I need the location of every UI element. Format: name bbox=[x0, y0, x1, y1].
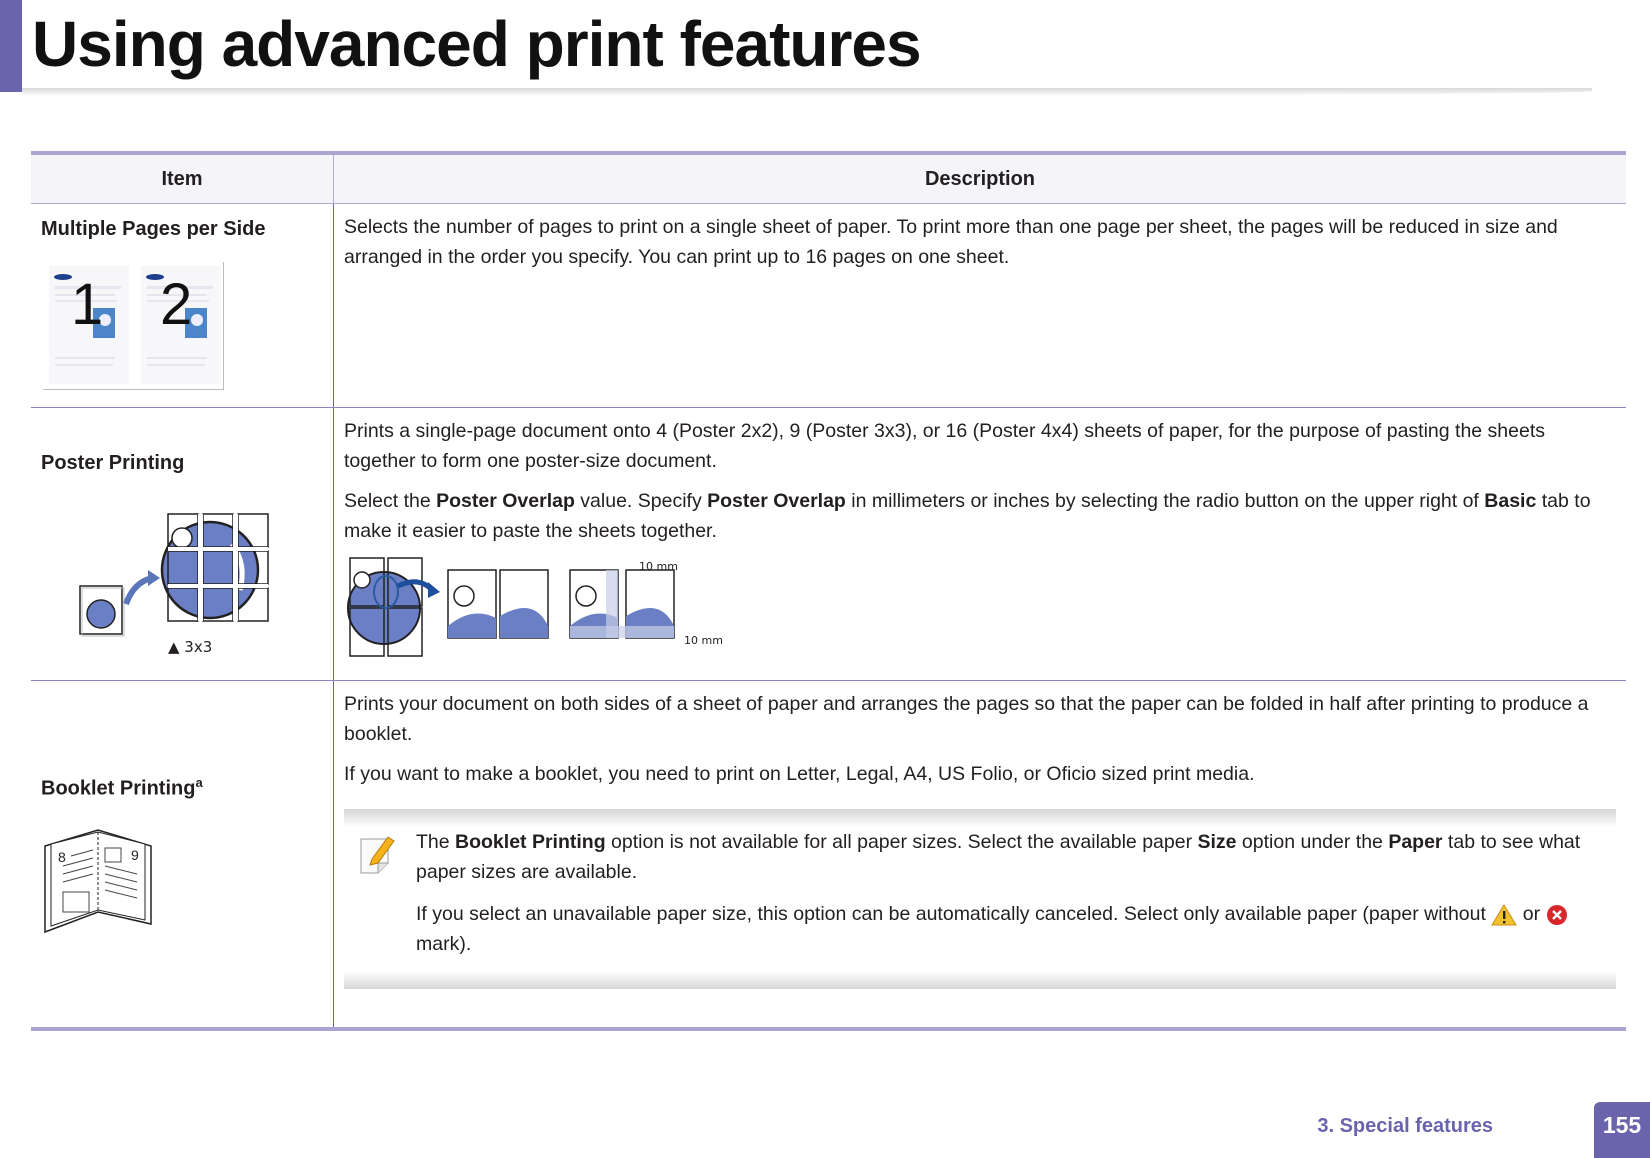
description-cell: Prints a single-page document onto 4 (Po… bbox=[333, 407, 1626, 681]
booklet-page-left: 8 bbox=[58, 848, 66, 865]
chapter-tab-marker bbox=[0, 0, 22, 92]
column-header-description: Description bbox=[333, 151, 1626, 204]
item-name: Multiple Pages per Side bbox=[41, 218, 266, 240]
grid-caption: ▲ 3x3 bbox=[168, 638, 213, 656]
overlap-label-side: 10 mm bbox=[684, 634, 723, 647]
poster-overlap-illustration: 10 mm 10 mm bbox=[344, 556, 1616, 660]
table-header-row: Item Description bbox=[31, 151, 1626, 204]
description-text: Prints your document on both sides of a … bbox=[344, 693, 1589, 745]
page-title: Using advanced print features bbox=[32, 8, 922, 80]
item-name: Booklet Printinga bbox=[41, 775, 203, 800]
error-x-icon bbox=[1546, 904, 1568, 926]
description-cell: Selects the number of pages to print on … bbox=[333, 203, 1626, 408]
item-cell: Poster Printing ▲ 3x3 bbox=[31, 407, 334, 681]
note-bottom-bar bbox=[344, 971, 1616, 989]
item-cell: Booklet Printinga 8 9 bbox=[31, 680, 334, 1031]
description-cell: Prints your document on both sides of a … bbox=[333, 680, 1626, 1031]
poster-printing-illustration: ▲ 3x3 bbox=[32, 484, 332, 656]
footnote-marker: a bbox=[195, 775, 203, 790]
booklet-illustration: 8 9 bbox=[43, 826, 153, 936]
note-top-bar bbox=[344, 809, 1616, 827]
item-cell: Multiple Pages per Side 1 2 bbox=[31, 203, 334, 408]
description-text: Selects the number of pages to print on … bbox=[344, 216, 1558, 268]
chapter-label: 3. Special features bbox=[1317, 1115, 1493, 1137]
note-pencil-icon bbox=[358, 833, 398, 875]
title-underline bbox=[22, 88, 1592, 96]
description-text: Prints a single-page document onto 4 (Po… bbox=[344, 420, 1546, 472]
features-table: Item Description Multiple Pages per Side bbox=[31, 151, 1626, 1031]
page-number-1: 1 bbox=[71, 272, 104, 337]
warning-icon bbox=[1491, 903, 1518, 926]
table-row: Multiple Pages per Side 1 2 Selects the … bbox=[31, 203, 1626, 408]
note-text: If you select an unavailable paper size,… bbox=[416, 899, 1616, 959]
note-box: The Booklet Printing option is not avail… bbox=[344, 809, 1616, 989]
table-row: Poster Printing ▲ 3x3 Prints a single-pa… bbox=[31, 407, 1626, 681]
note-text: The Booklet Printing option is not avail… bbox=[416, 831, 1581, 883]
item-name: Poster Printing bbox=[41, 452, 185, 474]
booklet-page-right: 9 bbox=[131, 846, 139, 863]
description-text: If you want to make a booklet, you need … bbox=[344, 763, 1255, 785]
column-header-item: Item bbox=[31, 151, 334, 204]
overlap-label-top: 10 mm bbox=[639, 560, 678, 573]
page-number-2: 2 bbox=[160, 272, 193, 337]
table-row: Booklet Printinga 8 9 Prints your docume bbox=[31, 680, 1626, 1031]
multiple-pages-illustration: 1 2 bbox=[43, 262, 224, 390]
page-number: 155 bbox=[1594, 1102, 1650, 1158]
description-text: Select the Poster Overlap value. Specify… bbox=[344, 490, 1591, 542]
